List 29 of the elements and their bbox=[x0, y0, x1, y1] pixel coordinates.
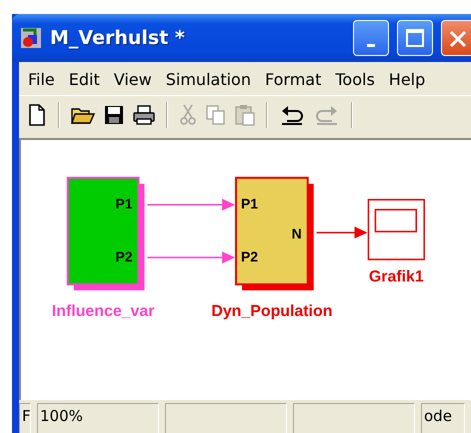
menu-item[interactable]: View bbox=[106, 66, 159, 93]
menu-item[interactable]: Help bbox=[382, 66, 432, 93]
status-pane: 100% bbox=[37, 403, 159, 433]
status-pane: ode bbox=[421, 403, 465, 433]
status-pane: F bbox=[19, 403, 31, 433]
menu-item[interactable]: File bbox=[21, 66, 62, 93]
block-label: Grafik1 bbox=[368, 268, 424, 286]
block-label: Dyn_Population bbox=[211, 303, 332, 320]
new-file-icon[interactable] bbox=[27, 104, 47, 126]
minimize-icon bbox=[367, 44, 375, 46]
port-label: P2 bbox=[115, 248, 132, 264]
menu-item[interactable]: Simulation bbox=[158, 66, 258, 93]
printer-icon[interactable] bbox=[133, 105, 155, 125]
maximize-button[interactable] bbox=[397, 20, 433, 56]
port-label: N bbox=[292, 226, 302, 242]
menu-item[interactable]: Edit bbox=[62, 66, 107, 93]
model-icon bbox=[20, 27, 42, 49]
signal-arrow bbox=[316, 226, 368, 239]
menu-item[interactable]: Format bbox=[258, 66, 328, 93]
maximize-icon bbox=[405, 28, 425, 48]
close-button[interactable] bbox=[441, 20, 471, 56]
port-label: P1 bbox=[115, 196, 132, 212]
port-label: P1 bbox=[241, 196, 258, 212]
menu-item[interactable]: Tools bbox=[328, 66, 382, 93]
window-title: M_Verhulst * bbox=[50, 27, 186, 49]
block-label: Influence_var bbox=[52, 303, 154, 320]
minimize-button[interactable] bbox=[353, 20, 389, 56]
undo-icon[interactable] bbox=[279, 105, 305, 125]
port-label: P2 bbox=[241, 248, 258, 264]
